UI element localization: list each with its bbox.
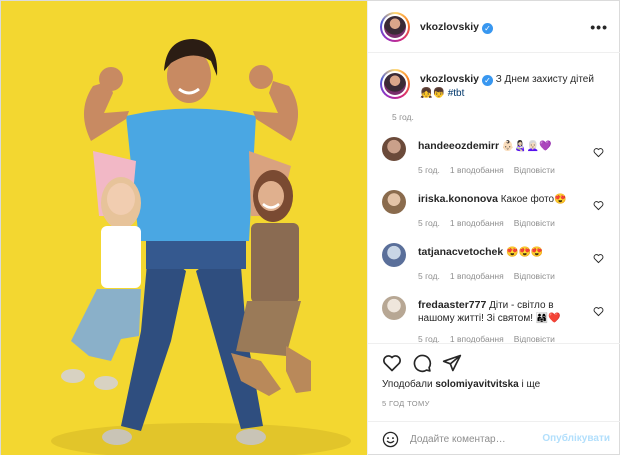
author-username[interactable]: vkozlovskiy xyxy=(420,21,479,33)
commenter-username[interactable]: tatjanacvetochek xyxy=(418,246,503,258)
comment-like-heart-icon[interactable] xyxy=(593,147,604,158)
comment-item: iriska.kononova Какое фото😍 5 год. 1 впод… xyxy=(368,182,620,235)
share-paper-plane-icon[interactable] xyxy=(442,353,462,373)
emoji-smile-icon[interactable] xyxy=(382,431,399,448)
comment-bubble-icon[interactable] xyxy=(412,353,432,373)
liked-by-prefix: Уподобали xyxy=(382,379,436,390)
commenter-avatar[interactable] xyxy=(382,190,406,214)
comment-text-block: iriska.kononova Какое фото😍 xyxy=(418,193,588,206)
comment-item: handeeozdemirr 👶🏻👩🏻‍🍼👩🏻‍🦳💜 5 год. 1 вподо… xyxy=(368,129,620,182)
comment-item: fredaaster777 Діти - світло в нашому жит… xyxy=(368,288,620,344)
comment-text-block: fredaaster777 Діти - світло в нашому жит… xyxy=(418,299,588,325)
verified-badge-icon: ✓ xyxy=(481,23,493,34)
reply-button[interactable]: Відповісти xyxy=(514,218,555,228)
post-photo[interactable] xyxy=(1,1,367,455)
comment-text: 👶🏻👩🏻‍🍼👩🏻‍🦳💜 xyxy=(501,141,552,152)
post-timestamp[interactable]: 5 ГОД ТОМУ xyxy=(382,399,430,408)
instagram-post: vkozlovskiy ✓ ••• vkozlovskiy ✓ З Днем зах… xyxy=(0,0,620,455)
caption-emoji: 👧👦 xyxy=(420,88,445,99)
photo-illustration xyxy=(1,1,367,455)
comment-like-heart-icon[interactable] xyxy=(593,253,604,264)
verified-badge-icon: ✓ xyxy=(481,75,493,86)
caption-author-avatar[interactable] xyxy=(380,69,410,99)
caption-time: 5 год. xyxy=(392,112,414,122)
commenter-username[interactable]: iriska.kononova xyxy=(418,193,498,205)
publish-button[interactable]: Опублікувати xyxy=(542,433,610,444)
comment-meta: 5 год. 1 вподобання Відповісти xyxy=(418,218,565,228)
add-comment-bar: Опублікувати xyxy=(368,421,620,455)
more-options-icon[interactable]: ••• xyxy=(590,19,608,35)
liked-by-line: Уподобали solomiyavitvitska і ще xyxy=(382,379,540,390)
reply-button[interactable]: Відповісти xyxy=(514,165,555,175)
comment-text: 😍😍😍 xyxy=(506,247,544,258)
comment-likes[interactable]: 1 вподобання xyxy=(450,271,504,281)
comment-likes[interactable]: 1 вподобання xyxy=(450,165,504,175)
commenter-username[interactable]: fredaaster777 xyxy=(418,299,486,311)
caption-text-block: vkozlovskiy ✓ З Днем захисту дітей 👧👦 #tb… xyxy=(420,72,610,101)
comment-like-heart-icon[interactable] xyxy=(593,306,604,317)
caption-author-username[interactable]: vkozlovskiy xyxy=(420,73,479,85)
comment-text-block: tatjanacvetochek 😍😍😍 xyxy=(418,246,588,259)
reply-button[interactable]: Відповісти xyxy=(514,271,555,281)
comment-time: 5 год. xyxy=(418,218,440,228)
comment-meta: 5 год. 1 вподобання Відповісти xyxy=(418,165,565,175)
comment-item: tatjanacvetochek 😍😍😍 5 год. 1 вподобання В… xyxy=(368,235,620,288)
actions-divider xyxy=(368,343,620,344)
comment-like-heart-icon[interactable] xyxy=(593,200,604,211)
caption-text: З Днем захисту дітей xyxy=(495,74,594,85)
author-avatar-image xyxy=(384,16,406,38)
like-heart-icon[interactable] xyxy=(382,353,402,373)
comment-time: 5 год. xyxy=(418,165,440,175)
commenter-avatar[interactable] xyxy=(382,243,406,267)
liked-by-user[interactable]: solomiyavitvitska xyxy=(435,379,518,390)
post-header: vkozlovskiy ✓ ••• xyxy=(368,1,620,53)
commenter-avatar[interactable] xyxy=(382,296,406,320)
commenter-username[interactable]: handeeozdemirr xyxy=(418,140,499,152)
comment-input[interactable] xyxy=(410,429,540,449)
comment-text: Какое фото😍 xyxy=(500,194,567,205)
comment-list: handeeozdemirr 👶🏻👩🏻‍🍼👩🏻‍🦳💜 5 год. 1 вподо… xyxy=(368,129,620,344)
author-avatar[interactable] xyxy=(380,12,410,42)
liked-by-suffix[interactable]: і ще xyxy=(519,379,540,390)
comment-likes[interactable]: 1 вподобання xyxy=(450,218,504,228)
author-name-row: vkozlovskiy ✓ xyxy=(420,21,493,34)
comment-time: 5 год. xyxy=(418,271,440,281)
post-side-panel: vkozlovskiy ✓ ••• vkozlovskiy ✓ З Днем зах… xyxy=(367,1,620,455)
caption-hashtag[interactable]: #tbt xyxy=(448,88,465,99)
comment-text-block: handeeozdemirr 👶🏻👩🏻‍🍼👩🏻‍🦳💜 xyxy=(418,140,588,153)
commenter-avatar[interactable] xyxy=(382,137,406,161)
comment-meta: 5 год. 1 вподобання Відповісти xyxy=(418,271,565,281)
